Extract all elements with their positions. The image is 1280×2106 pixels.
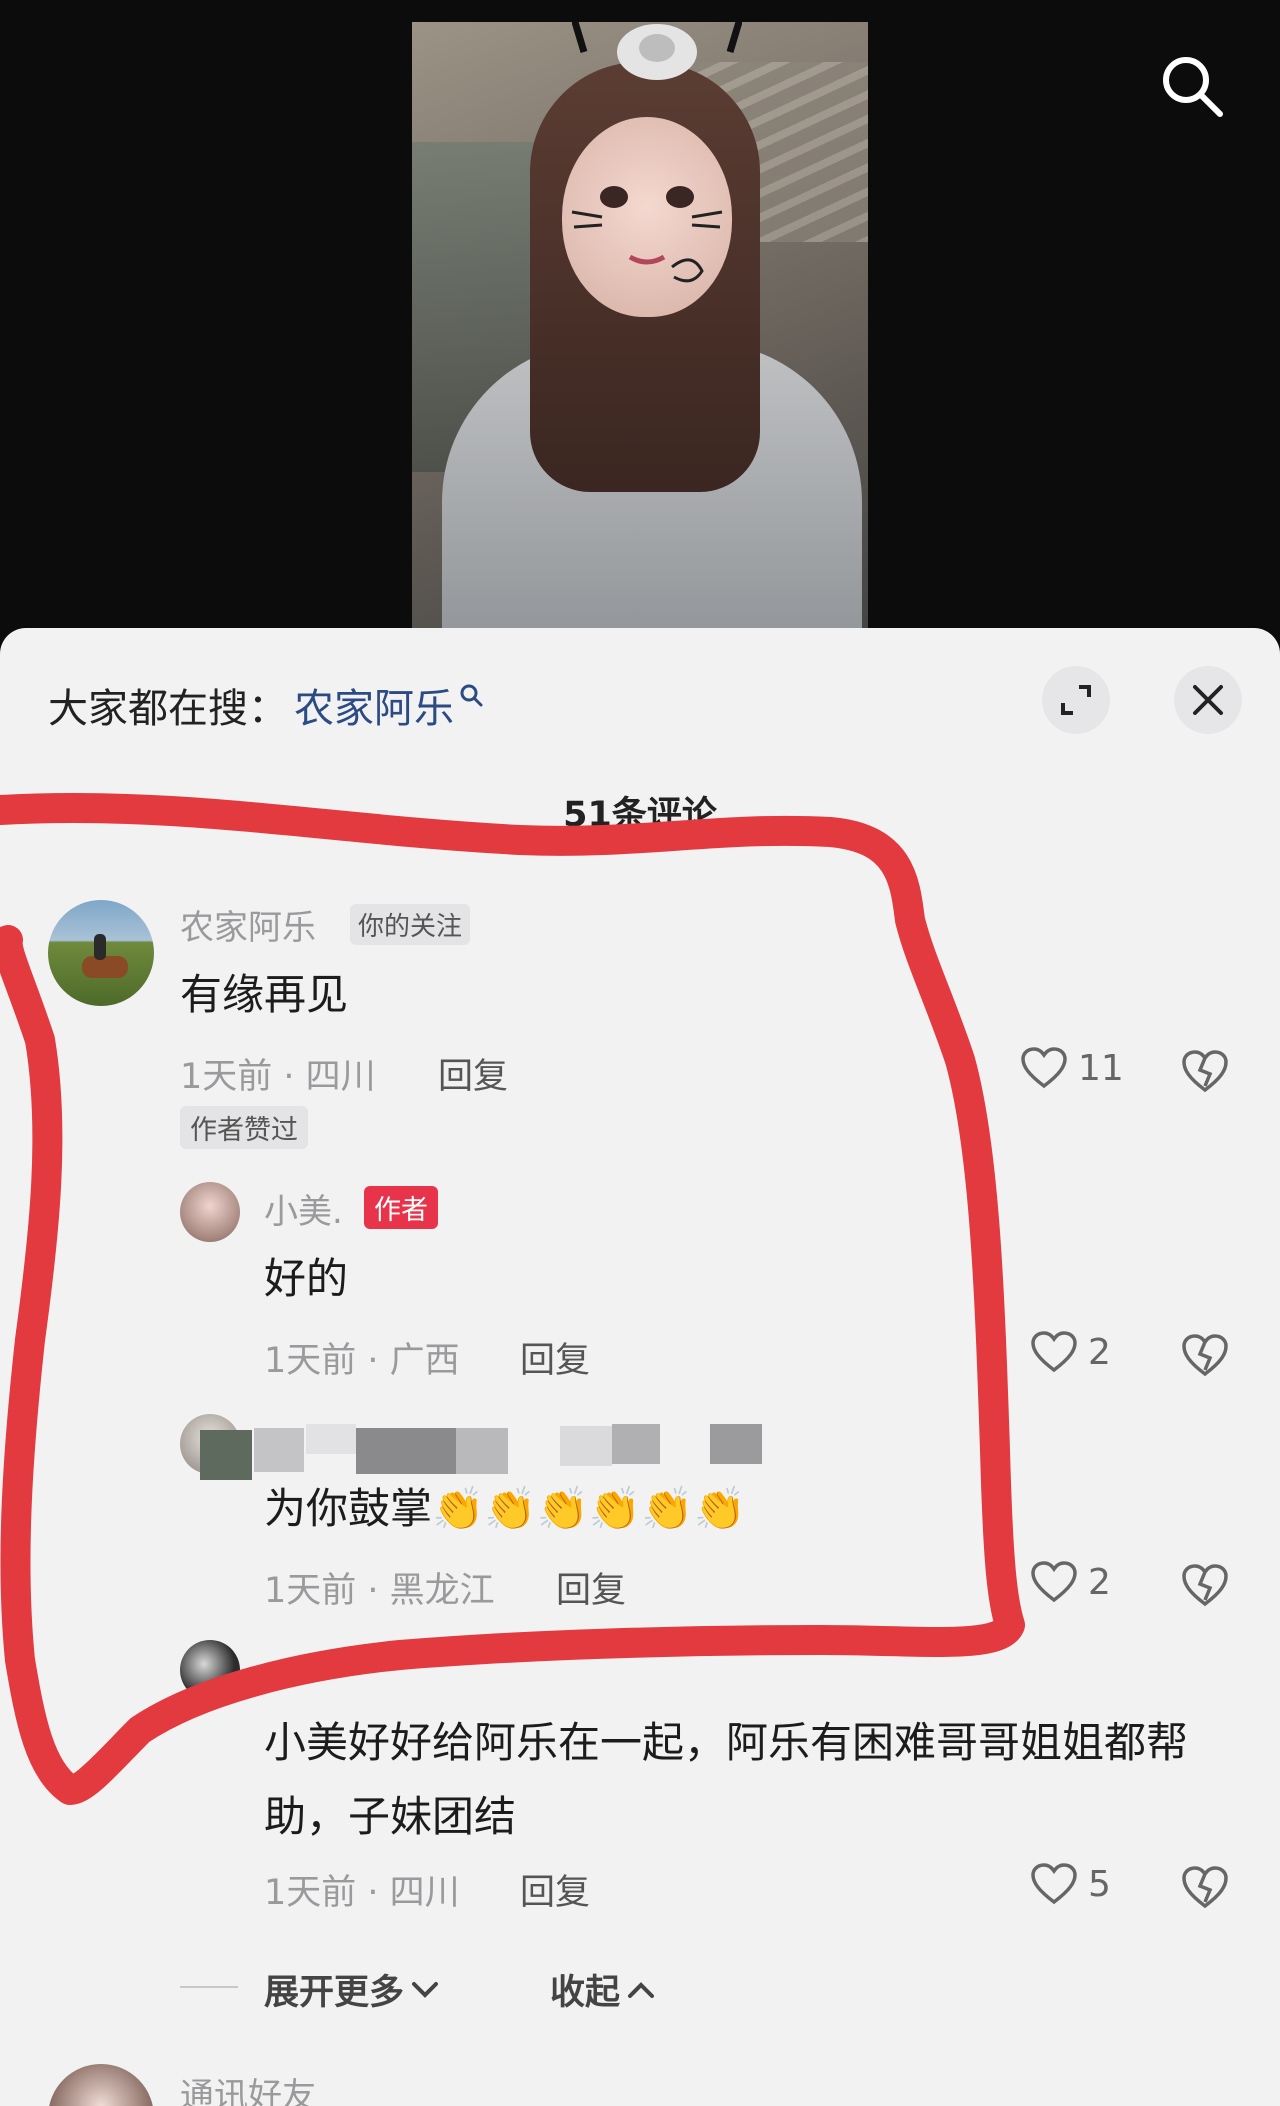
comment-meta: 1天前 · 广西 — [264, 1341, 460, 1381]
like-button[interactable]: 11 — [1020, 1046, 1124, 1090]
like-count: 11 — [1078, 1047, 1124, 1089]
video-player[interactable] — [0, 0, 1280, 660]
like-count: 2 — [1088, 1561, 1111, 1603]
dislike-icon[interactable] — [1180, 1562, 1230, 1608]
expand-more-label: 展开更多 — [264, 1973, 405, 2013]
expand-sheet-button[interactable] — [1042, 666, 1110, 734]
video-frame[interactable] — [412, 22, 868, 632]
collapse-label: 收起 — [550, 1973, 621, 2013]
comment-sheet: 大家都在搜： 农家阿乐 51条评论 农家阿乐 你的关注 有缘再见 1天前 · 四… — [0, 628, 1280, 2106]
heart-icon — [1031, 1863, 1077, 1905]
reply-button[interactable]: 回复 — [520, 1864, 590, 1915]
comment-username[interactable]: 农家阿乐 — [180, 900, 316, 949]
search-suggestion-term[interactable]: 农家阿乐 — [294, 676, 454, 734]
heart-icon — [1031, 1331, 1077, 1373]
avatar-rider — [94, 934, 106, 960]
search-icon — [1163, 57, 1223, 117]
author-tag: 作者 — [364, 1186, 438, 1229]
dislike-icon[interactable] — [1180, 1332, 1230, 1378]
dislike-icon[interactable] — [1180, 1048, 1230, 1094]
like-count: 5 — [1088, 1863, 1111, 1905]
heart-icon — [1031, 1561, 1077, 1603]
comment-text: 好的 — [264, 1254, 349, 1303]
chevron-down-icon — [412, 1981, 439, 1998]
reply-button[interactable]: 回复 — [438, 1048, 508, 1099]
small-search-icon — [460, 684, 483, 707]
search-button[interactable] — [1158, 52, 1226, 120]
comment-meta: 1天前 · 四川 — [180, 1057, 376, 1097]
like-button[interactable]: 2 — [1030, 1330, 1111, 1374]
author-liked-badge: 作者赞过 — [180, 1106, 308, 1149]
comment-text: 小美好好给阿乐在一起，阿乐有困难哥哥姐姐都帮助，子妹团结 — [264, 1718, 1189, 1841]
comment-text: 为你鼓掌👏👏👏👏👏👏 — [264, 1484, 746, 1533]
search-suggestion[interactable]: 大家都在搜： 农家阿乐 — [48, 676, 484, 734]
avatar[interactable] — [180, 1182, 240, 1242]
video-person-face — [562, 117, 732, 317]
avatar-horse — [82, 956, 128, 978]
close-icon — [1193, 685, 1223, 715]
comment-count: 51条评论 — [563, 795, 717, 835]
heart-icon — [1021, 1047, 1067, 1089]
comment-text: 有缘再见 — [180, 970, 349, 1019]
dislike-icon[interactable] — [1180, 1864, 1230, 1910]
reply-button[interactable]: 回复 — [556, 1562, 626, 1613]
comment-meta: 1天前 · 黑龙江 — [264, 1571, 495, 1611]
avatar[interactable] — [180, 1640, 240, 1700]
comment-username[interactable]: 通讯好友 — [180, 2068, 316, 2106]
thread-divider — [180, 1986, 238, 1988]
expand-more-button[interactable]: 展开更多 — [264, 1964, 440, 2015]
close-sheet-button[interactable] — [1174, 666, 1242, 734]
cat-ears-filter-icon — [572, 22, 742, 80]
following-tag: 你的关注 — [350, 904, 471, 945]
avatar[interactable] — [48, 900, 154, 1006]
expand-icon — [1061, 685, 1091, 715]
comment-meta: 1天前 · 四川 — [264, 1873, 460, 1913]
comment-username[interactable]: 小美. — [264, 1184, 343, 1233]
search-suggestion-prefix: 大家都在搜： — [48, 686, 288, 732]
like-count: 2 — [1088, 1331, 1111, 1373]
avatar[interactable] — [48, 2064, 154, 2106]
reply-button[interactable]: 回复 — [520, 1332, 590, 1383]
like-button[interactable]: 2 — [1030, 1560, 1111, 1604]
chevron-up-icon — [628, 1981, 655, 1998]
like-button[interactable]: 5 — [1030, 1862, 1111, 1906]
collapse-button[interactable]: 收起 — [550, 1964, 656, 2015]
